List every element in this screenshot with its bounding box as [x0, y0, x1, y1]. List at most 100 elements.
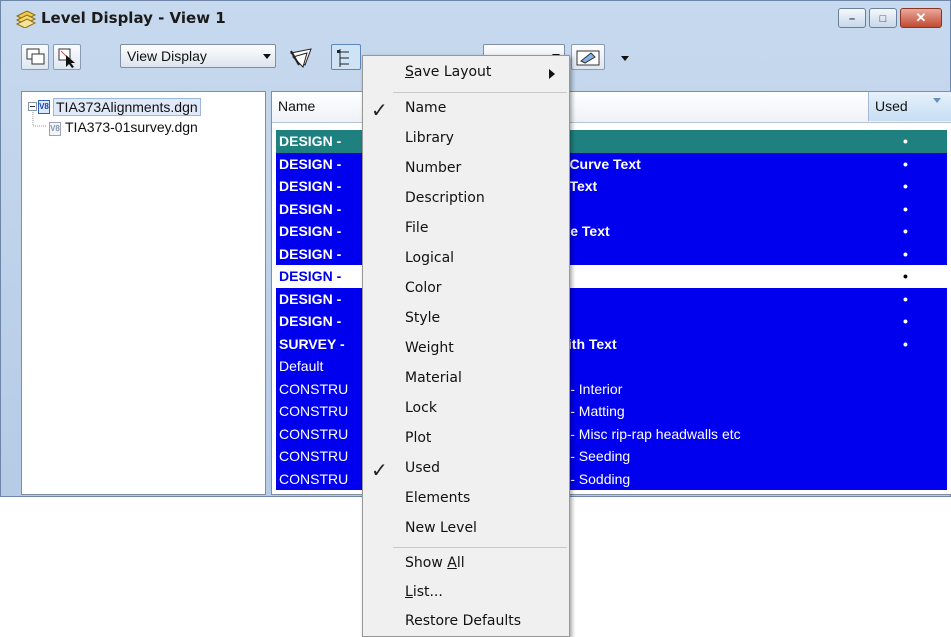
- level-used-cell: •: [903, 178, 908, 194]
- restore-defaults-label: Restore Defaults: [405, 613, 522, 629]
- level-name-cell: DESIGN -: [279, 223, 342, 239]
- collapse-icon[interactable]: [28, 102, 37, 111]
- menu-item-label: Material: [405, 370, 462, 386]
- menu-item-color[interactable]: Color: [363, 276, 569, 304]
- highlight-icon: [576, 50, 600, 66]
- column-header-name[interactable]: Name: [278, 98, 315, 114]
- dgn-reference-icon: V8: [49, 122, 61, 136]
- close-icon: ✕: [915, 10, 927, 25]
- menu-item-used[interactable]: ✓ Used: [363, 456, 569, 484]
- level-name-cell: CONSTRU: [279, 380, 349, 397]
- menu-item-label: Number: [405, 160, 462, 176]
- submenu-arrow-icon: [549, 69, 555, 79]
- menu-item-file[interactable]: File: [363, 216, 569, 244]
- minimize-button[interactable]: –: [838, 8, 866, 28]
- menu-item-label: File: [405, 220, 429, 236]
- level-used-cell: •: [903, 245, 908, 262]
- menu-item-label: Elements: [405, 490, 471, 506]
- level-used-cell: •: [903, 268, 908, 284]
- menu-item-weight[interactable]: Weight: [363, 336, 569, 364]
- menu-item-elements[interactable]: Elements: [363, 486, 569, 514]
- menu-item-label: Description: [405, 190, 485, 206]
- view-display-combo[interactable]: View Display: [120, 44, 276, 68]
- file-tree: V8 TIA373Alignments.dgn V8 TIA373-01surv…: [21, 91, 266, 495]
- cursor-select-icon: [58, 48, 75, 68]
- menu-item-number[interactable]: Number: [363, 156, 569, 184]
- level-name-cell: DESIGN -: [279, 245, 342, 262]
- select-element-button[interactable]: [53, 44, 81, 70]
- column-context-menu: Save Layout ✓ Name Library Number Descriptio…: [362, 55, 570, 637]
- tree-child-label: TIA373-01survey.dgn: [65, 119, 198, 135]
- column-header-used[interactable]: Used: [868, 92, 951, 121]
- menu-item-label: Used: [405, 460, 441, 476]
- show-all-label: Show All: [405, 555, 465, 571]
- checkmark-icon: ✓: [371, 458, 388, 482]
- level-name-cell: DESIGN -: [279, 133, 342, 149]
- view-display-value: View Display: [127, 48, 207, 64]
- level-name-cell: CONSTRU: [279, 448, 349, 464]
- title-bar[interactable]: Level Display - View 1 – □ ✕: [1, 1, 950, 35]
- level-name-cell: Default: [279, 358, 324, 374]
- menu-separator: [393, 547, 567, 548]
- menu-item-name[interactable]: ✓ Name: [363, 96, 569, 124]
- menu-item-lock[interactable]: Lock: [363, 396, 569, 424]
- menu-item-label: Weight: [405, 340, 454, 356]
- checkmark-icon: ✓: [371, 98, 388, 122]
- level-name-cell: CONSTRU: [279, 403, 349, 419]
- level-name-cell: CONSTRU: [279, 470, 349, 487]
- highlight-dropdown-icon[interactable]: [621, 56, 629, 61]
- menu-item-description[interactable]: Description: [363, 186, 569, 214]
- highlight-mode-button[interactable]: [571, 44, 605, 70]
- save-layout-label: Save Layout: [405, 64, 492, 80]
- level-used-cell: •: [903, 223, 908, 239]
- level-used-cell: •: [903, 200, 908, 217]
- level-used-cell: •: [903, 313, 908, 329]
- menu-item-material[interactable]: Material: [363, 366, 569, 394]
- menu-item-label: Style: [405, 310, 441, 326]
- menu-item-label: Plot: [405, 430, 432, 446]
- list-columns-icon: [337, 49, 349, 67]
- menu-item-label: Logical: [405, 250, 455, 266]
- level-name-cell: CONSTRU: [279, 425, 349, 442]
- level-used-cell: •: [903, 335, 908, 352]
- level-used-cell: •: [903, 290, 908, 307]
- level-name-cell: DESIGN -: [279, 178, 342, 194]
- menu-item-style[interactable]: Style: [363, 306, 569, 334]
- menu-item-logical[interactable]: Logical: [363, 246, 569, 274]
- level-used-cell: •: [903, 133, 908, 149]
- column-chooser-button[interactable]: [331, 44, 361, 70]
- level-stack-icon: [15, 10, 37, 28]
- minimize-icon: –: [848, 13, 856, 25]
- level-name-cell: DESIGN -: [279, 268, 342, 284]
- level-name-cell: DESIGN -: [279, 200, 342, 217]
- menu-item-label: Lock: [405, 400, 437, 416]
- column-header-used-label: Used: [875, 98, 908, 114]
- list-label: List...: [405, 584, 443, 600]
- tree-root-label: TIA373Alignments.dgn: [53, 98, 201, 116]
- menu-item-label: New Level: [405, 520, 477, 536]
- menu-separator: [393, 92, 567, 93]
- close-button[interactable]: ✕: [900, 8, 942, 28]
- level-name-cell: SURVEY -: [279, 335, 345, 352]
- level-used-cell: •: [903, 155, 908, 172]
- menu-item-save-layout[interactable]: Save Layout: [363, 60, 569, 88]
- menu-item-plot[interactable]: Plot: [363, 426, 569, 454]
- display-levels-button[interactable]: [21, 44, 49, 70]
- menu-item-show-all[interactable]: Show All: [363, 551, 569, 579]
- level-name-cell: DESIGN -: [279, 155, 342, 172]
- menu-item-restore-defaults[interactable]: Restore Defaults: [363, 609, 569, 637]
- maximize-icon: □: [879, 13, 887, 25]
- window-title: Level Display - View 1: [41, 9, 226, 27]
- chevron-down-icon: [263, 54, 271, 59]
- level-name-cell: DESIGN -: [279, 290, 342, 307]
- overlap-windows-icon: [26, 48, 45, 65]
- menu-item-library[interactable]: Library: [363, 126, 569, 154]
- menu-item-new-level[interactable]: New Level: [363, 516, 569, 544]
- level-description-cell: S - Misc rip-rap headwalls etc: [557, 425, 741, 442]
- level-filter-button[interactable]: [285, 44, 313, 70]
- menu-item-list[interactable]: List...: [363, 580, 569, 608]
- menu-item-label: Name: [405, 100, 447, 116]
- maximize-button[interactable]: □: [869, 8, 897, 28]
- menu-item-label: Color: [405, 280, 442, 296]
- filter-arrow-icon: [289, 48, 312, 68]
